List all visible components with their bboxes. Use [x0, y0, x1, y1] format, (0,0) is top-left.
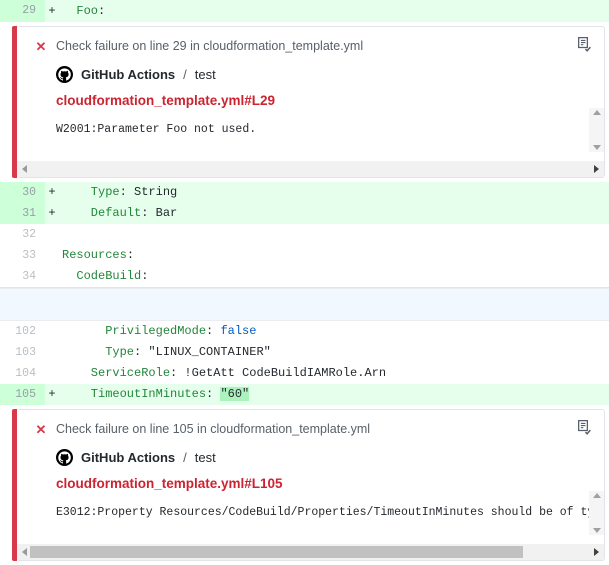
diff-block-bottom: 102 PrivilegedMode: false 103 Type: "LIN…: [0, 321, 609, 405]
line-number[interactable]: 103: [0, 342, 45, 363]
diff-marker: +: [48, 206, 56, 220]
diff-marker: [45, 342, 59, 363]
scroll-right-icon[interactable]: [594, 548, 599, 556]
actor-job: test: [194, 449, 216, 465]
scroll-right-icon[interactable]: [594, 165, 599, 173]
annotation-line-29: ✕ Check failure on line 29 in cloudforma…: [12, 26, 605, 178]
github-mark-icon: [56, 448, 73, 466]
annotation-header: ✕ Check failure on line 29 in cloudforma…: [35, 37, 592, 55]
line-number[interactable]: 29: [0, 0, 45, 22]
annotation-message: W2001:Parameter Foo not used.: [56, 123, 257, 136]
line-number[interactable]: 104: [0, 363, 45, 384]
diff-row[interactable]: 31 + Default: Bar: [0, 203, 609, 224]
actor-separator: /: [183, 449, 187, 465]
annotation-actor: GitHub Actions / test: [35, 447, 592, 467]
diff-marker: [45, 224, 59, 245]
line-number[interactable]: 31: [0, 203, 45, 224]
annotation-message: E3012:Property Resources/CodeBuild/Prope…: [56, 506, 589, 519]
annotation-wrap: ✕ Check failure on line 29 in cloudforma…: [0, 22, 609, 182]
diff-code: Resources:: [62, 248, 135, 262]
diff-row[interactable]: 32: [0, 224, 609, 245]
diff-marker: [45, 266, 59, 287]
x-icon: ✕: [35, 421, 47, 437]
diff-block-top: 29 + Foo:: [0, 0, 609, 22]
diff-marker: +: [48, 4, 56, 18]
annotation-actor: GitHub Actions / test: [35, 64, 592, 84]
hscroll-track[interactable]: [27, 544, 594, 560]
diff-code: Foo:: [62, 4, 106, 18]
annotation-file-link[interactable]: cloudformation_template.yml#L29: [35, 93, 592, 111]
line-number[interactable]: 105: [0, 384, 45, 405]
annotation-wrap: ✕ Check failure on line 105 in cloudform…: [0, 405, 609, 565]
hscroll-thumb[interactable]: [30, 546, 523, 558]
line-number[interactable]: 30: [0, 182, 45, 203]
annotation-file-link[interactable]: cloudformation_template.yml#L105: [35, 476, 592, 494]
diff-row[interactable]: 103 Type: "LINUX_CONTAINER": [0, 342, 609, 363]
horizontal-scrollbar[interactable]: [17, 543, 604, 560]
checklist-report-icon[interactable]: [576, 419, 593, 436]
diff-row[interactable]: 30 + Type: String: [0, 182, 609, 203]
actor-separator: /: [183, 66, 187, 82]
line-number[interactable]: 102: [0, 321, 45, 342]
annotation-title: Check failure on line 29 in cloudformati…: [56, 39, 364, 53]
checklist-report-icon[interactable]: [576, 36, 593, 53]
diff-code: CodeBuild:: [62, 269, 149, 283]
vertical-scrollbar[interactable]: [589, 108, 604, 152]
diff-marker: [45, 363, 59, 384]
horizontal-scrollbar[interactable]: [17, 160, 604, 177]
line-number[interactable]: 32: [0, 224, 45, 245]
diff-row[interactable]: 102 PrivilegedMode: false: [0, 321, 609, 342]
hscroll-track[interactable]: [27, 161, 594, 177]
diff-row[interactable]: 33 Resources:: [0, 245, 609, 266]
actor-name[interactable]: GitHub Actions: [81, 67, 175, 82]
annotation-title: Check failure on line 105 in cloudformat…: [56, 422, 371, 436]
line-number[interactable]: 33: [0, 245, 45, 266]
annotation-message-box: W2001:Parameter Foo not used.: [35, 108, 604, 152]
github-mark-icon: [56, 65, 73, 83]
diff-row[interactable]: 34 CodeBuild:: [0, 266, 609, 287]
annotation-message-box: E3012:Property Resources/CodeBuild/Prope…: [35, 491, 604, 535]
diff-row[interactable]: 29 + Foo:: [0, 0, 609, 22]
hunk-separator: [0, 288, 609, 321]
diff-marker: [45, 321, 59, 342]
diff-marker: +: [48, 185, 56, 199]
diff-code: Default: Bar: [62, 206, 178, 220]
diff-code: PrivilegedMode: false: [62, 324, 257, 338]
vertical-scrollbar[interactable]: [589, 491, 604, 535]
diff-code: Type: "LINUX_CONTAINER": [62, 345, 271, 359]
scroll-down-icon[interactable]: [592, 528, 601, 533]
diff-marker: [45, 245, 59, 266]
diff-marker: +: [48, 387, 56, 401]
x-icon: ✕: [35, 38, 47, 54]
annotation-line-105: ✕ Check failure on line 105 in cloudform…: [12, 409, 605, 561]
actor-name[interactable]: GitHub Actions: [81, 450, 175, 465]
scroll-up-icon[interactable]: [592, 110, 601, 115]
scroll-down-icon[interactable]: [592, 145, 601, 150]
diff-code: Type: String: [62, 185, 178, 199]
annotation-header: ✕ Check failure on line 105 in cloudform…: [35, 420, 592, 438]
actor-job: test: [194, 66, 216, 82]
line-number[interactable]: 34: [0, 266, 45, 287]
diff-code: ServiceRole: !GetAtt CodeBuildIAMRole.Ar…: [62, 366, 387, 380]
diff-code: [59, 224, 609, 245]
diff-row[interactable]: 105 + TimeoutInMinutes: "60": [0, 384, 609, 405]
diff-view: 29 + Foo: ✕ Check failure on line 29 in …: [0, 0, 609, 565]
scroll-up-icon[interactable]: [592, 493, 601, 498]
diff-row[interactable]: 104 ServiceRole: !GetAtt CodeBuildIAMRol…: [0, 363, 609, 384]
diff-code: TimeoutInMinutes: "60": [62, 387, 250, 401]
diff-block-mid: 30 + Type: String 31 + Default: Bar 32 3…: [0, 182, 609, 288]
